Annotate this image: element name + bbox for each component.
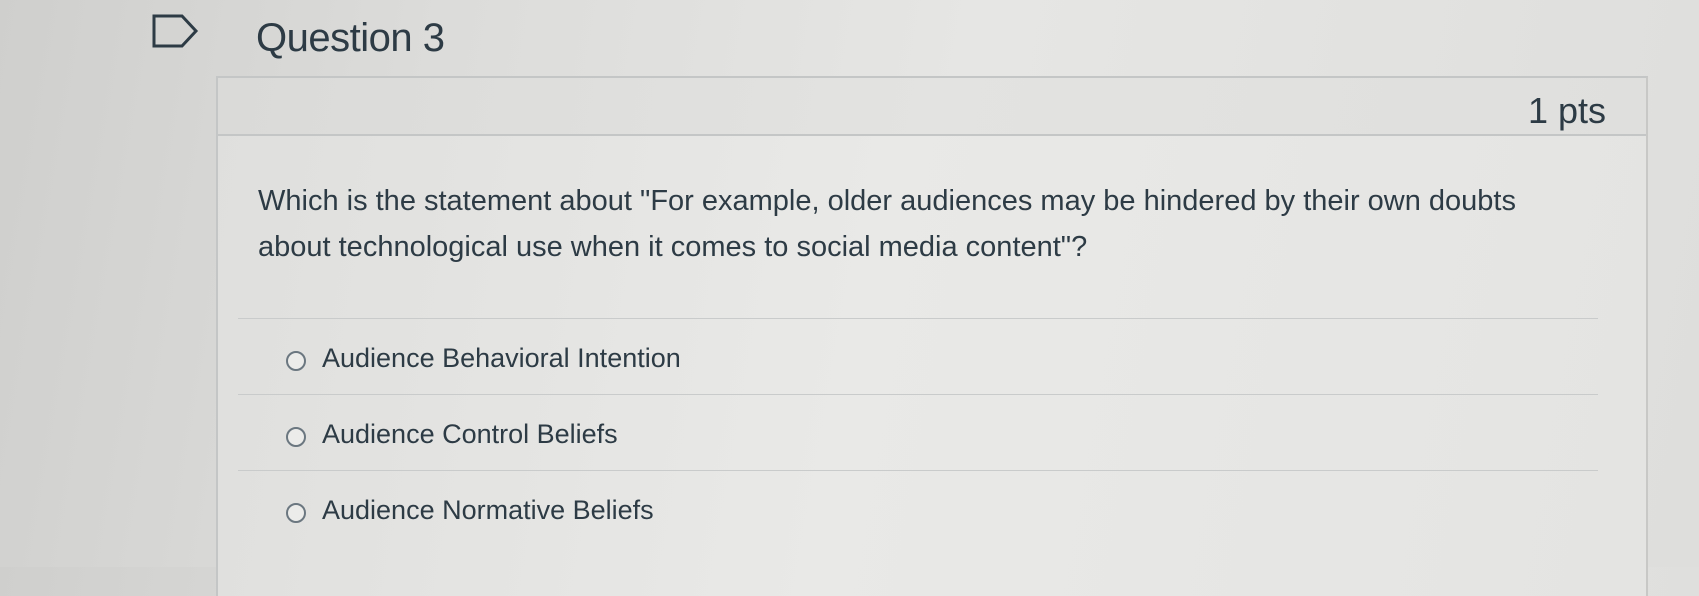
radio-button-icon[interactable] xyxy=(286,427,306,447)
answer-option[interactable]: Audience Behavioral Intention xyxy=(238,318,1598,394)
question-header: 1 pts xyxy=(218,78,1646,136)
question-card: 1 pts Which is the statement about "For … xyxy=(216,76,1648,596)
question-points: 1 pts xyxy=(1527,90,1606,131)
answer-label[interactable]: Audience Behavioral Intention xyxy=(322,343,681,374)
question-text: Which is the statement about "For exampl… xyxy=(258,185,1516,263)
answer-option[interactable]: Audience Normative Beliefs xyxy=(238,470,1598,546)
flag-question-icon[interactable] xyxy=(152,14,200,48)
radio-button-icon[interactable] xyxy=(286,503,306,523)
question-title: Question 3 xyxy=(256,16,445,60)
answer-list: Audience Behavioral Intention Audience C… xyxy=(238,318,1598,546)
answer-option[interactable]: Audience Control Beliefs xyxy=(238,394,1598,470)
answer-label[interactable]: Audience Normative Beliefs xyxy=(322,495,654,526)
answer-label[interactable]: Audience Control Beliefs xyxy=(322,419,618,450)
radio-button-icon[interactable] xyxy=(286,351,306,371)
